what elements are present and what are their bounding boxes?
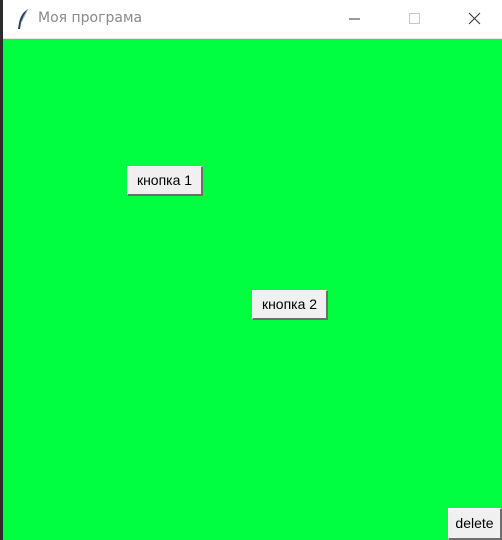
button-2[interactable]: кнопка 2 [252, 290, 328, 320]
feather-icon [15, 8, 31, 30]
button-1[interactable]: кнопка 1 [127, 166, 203, 196]
green-canvas: кнопка 1 кнопка 2 delete [3, 39, 502, 540]
app-window: Моя програма кнопка 1 кнопка 2 delete [0, 0, 502, 540]
window-title: Моя програма [38, 10, 143, 26]
title-bar[interactable]: Моя програма [3, 0, 502, 39]
minimize-button[interactable] [331, 0, 377, 38]
delete-button[interactable]: delete [448, 508, 502, 540]
maximize-button[interactable] [391, 0, 437, 38]
close-button[interactable] [451, 0, 497, 38]
